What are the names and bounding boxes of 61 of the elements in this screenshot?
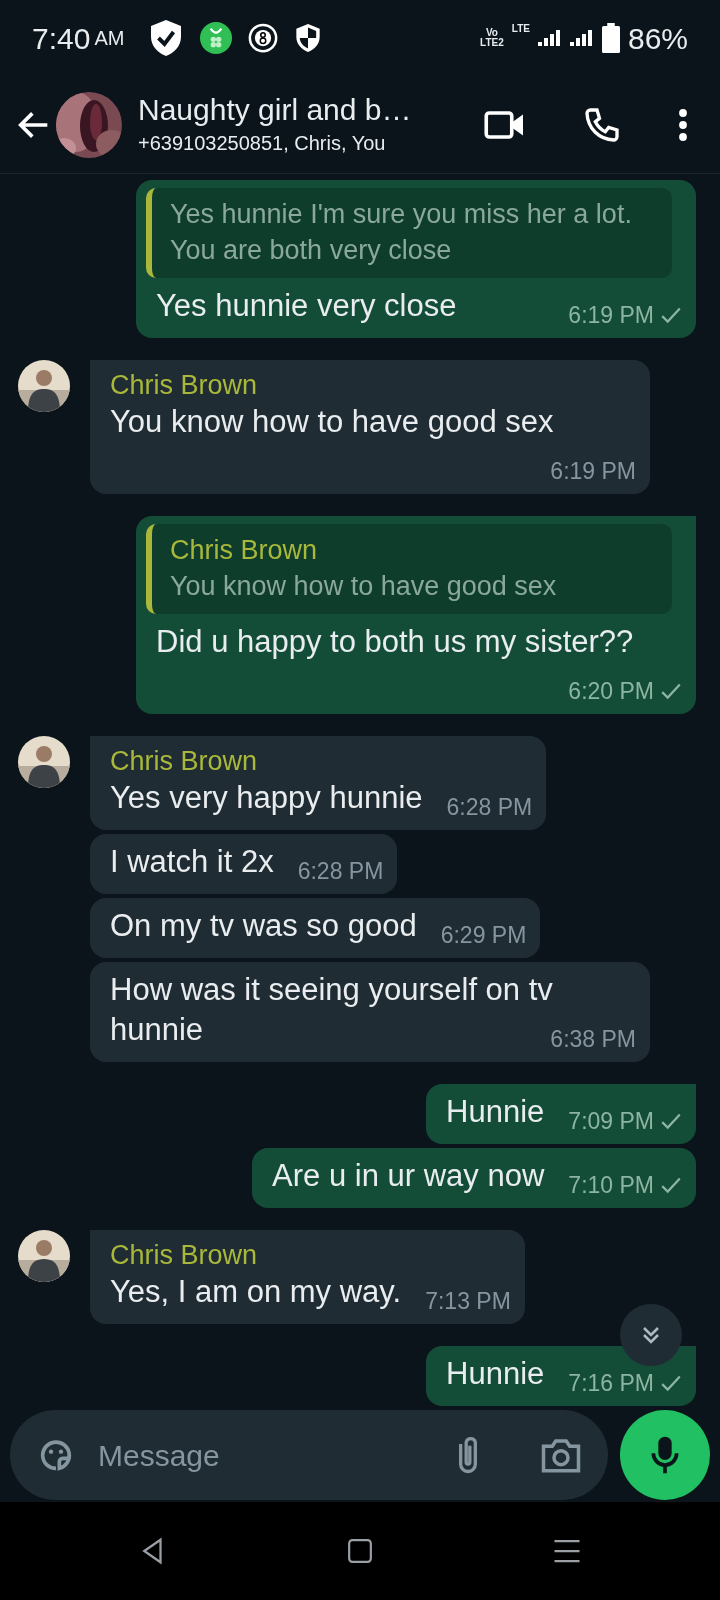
message-text: Yes very happy hunnie	[110, 780, 423, 815]
message-bubble[interactable]: Hunnie 7:16 PM	[426, 1346, 696, 1406]
message-bubble[interactable]: On my tv was so good 6:29 PM	[90, 898, 541, 958]
message-bubble[interactable]: Chris Brown Yes, I am on my way. 7:13 PM	[90, 1230, 525, 1324]
message-time: 6:19 PM	[550, 457, 636, 486]
message-text: I watch it 2x	[110, 844, 274, 879]
message-bubble[interactable]: Yes hunnie I'm sure you miss her a lot. You are both very close Yes hunnie very close 6:19 PM	[136, 180, 696, 338]
quoted-message[interactable]: Yes hunnie I'm sure you miss her a lot. You are both very close	[146, 188, 672, 278]
message-bar[interactable]: Message	[10, 1410, 608, 1500]
menu-nav-icon[interactable]	[552, 1538, 583, 1564]
message-bubble[interactable]: Chris Brown Yes very happy hunnie 6:28 PM	[90, 736, 547, 830]
message-text: Are u in ur way now	[272, 1158, 545, 1193]
message-text: You know how to have good sex	[110, 404, 554, 439]
message-time: 6:20 PM	[568, 677, 654, 706]
message-bubble[interactable]: Chris Brown You know how to have good sex 6:19 PM	[90, 360, 650, 494]
microphone-icon	[650, 1435, 680, 1475]
message-text: On my tv was so good	[110, 908, 417, 943]
quoted-text: You know how to have good sex	[170, 570, 558, 603]
sender-name: Chris Brown	[110, 369, 259, 402]
app-icon	[200, 22, 233, 54]
message-text: Yes, I am on my way.	[110, 1274, 402, 1309]
quoted-text: Yes hunnie I'm sure you miss her a lot. You are both very close	[170, 198, 633, 267]
message-field[interactable]: Message	[96, 1431, 436, 1479]
message-bubble[interactable]: Are u in ur way now 7:10 PM	[252, 1148, 696, 1208]
message-bubble[interactable]: Hunnie 7:09 PM	[426, 1084, 696, 1144]
volte-label: Vo	[484, 28, 499, 38]
clock-time: 7:40	[32, 20, 91, 57]
volte-label: LTE2	[480, 38, 504, 48]
message-text: Hunnie	[446, 1356, 545, 1391]
message-time: 7:09 PM	[568, 1107, 654, 1136]
signal-icon	[569, 27, 594, 49]
message-time: 6:28 PM	[446, 793, 533, 822]
clock-meridiem: AM	[94, 26, 125, 51]
message-bubble[interactable]: Chris Brown You know how to have good sex Did u happy to both us my sister?? 6:20 PM	[136, 516, 696, 714]
quoted-message[interactable]: Chris Brown You know how to have good sex	[146, 524, 672, 614]
chat-title[interactable]: Naughty girl and b…	[138, 91, 412, 128]
message-text: Yes hunnie very close	[156, 288, 457, 323]
message-text: Hunnie	[446, 1094, 545, 1129]
quoted-sender: Chris Brown	[170, 534, 319, 567]
sender-name: Chris Brown	[110, 745, 259, 778]
battery-percent: 86%	[627, 20, 688, 57]
shield-icon	[294, 22, 323, 54]
message-time: 6:19 PM	[568, 301, 654, 330]
message-time: 7:16 PM	[568, 1369, 654, 1398]
message-time: 6:29 PM	[440, 921, 527, 950]
message-time: 6:38 PM	[550, 1025, 636, 1054]
message-bubble[interactable]: How was it seeing yourself on tv hunnie 6:38 PM	[90, 962, 650, 1062]
message-bubble[interactable]: I watch it 2x 6:28 PM	[90, 834, 398, 894]
message-time: 7:10 PM	[568, 1171, 654, 1200]
message-time: 7:13 PM	[425, 1287, 511, 1316]
message-text: Did u happy to both us my sister??	[156, 624, 634, 659]
network-label: LTE	[511, 23, 530, 34]
battery-icon	[601, 23, 620, 53]
message-time: 6:28 PM	[297, 857, 384, 886]
video-call-icon[interactable]	[484, 108, 526, 141]
sender-name: Chris Brown	[110, 1239, 259, 1272]
signal-icon	[537, 27, 562, 49]
more-options-icon[interactable]	[678, 106, 688, 143]
home-nav-icon[interactable]	[347, 1538, 373, 1564]
chat-members[interactable]: +639103250851, Chris, You	[138, 127, 412, 158]
ball-icon	[248, 23, 279, 53]
